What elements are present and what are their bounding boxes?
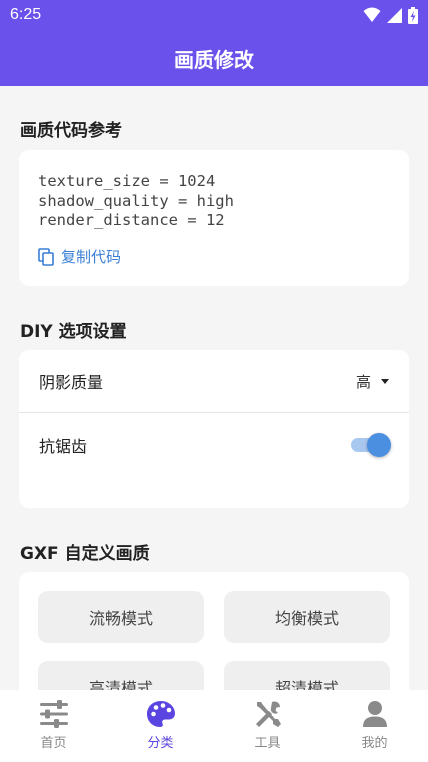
- shadow-quality-dropdown[interactable]: 高: [356, 371, 389, 392]
- shadow-quality-row: 阴影质量 高: [19, 350, 409, 412]
- status-bar: 6:25: [0, 0, 428, 30]
- nav-item-category[interactable]: 分类: [107, 690, 214, 762]
- nav-label: 分类: [147, 736, 174, 751]
- content-area[interactable]: 画质代码参考 texture_size = 1024 shadow_quality…: [0, 86, 428, 690]
- mode-balanced-button[interactable]: 均衡模式: [224, 591, 390, 643]
- shadow-quality-value: 高: [355, 372, 371, 391]
- nav-item-tools[interactable]: 工具: [214, 690, 321, 762]
- status-time: 6:25: [10, 6, 42, 23]
- diy-section-title: DIY 选项设置: [20, 322, 127, 342]
- code-block: texture_size = 1024 shadow_quality = high…: [38, 172, 234, 231]
- code-line: render_distance = 12: [38, 211, 225, 229]
- status-icons: [363, 6, 418, 24]
- bottom-nav: 首页 分类 工具 我的: [0, 690, 428, 762]
- copy-code-label: 复制代码: [61, 248, 122, 266]
- antialias-toggle[interactable]: [349, 433, 391, 457]
- tools-icon: [255, 701, 281, 727]
- toggle-thumb: [367, 433, 391, 457]
- mode-uhd-button[interactable]: 超清模式: [224, 661, 390, 690]
- nav-item-home[interactable]: 首页: [0, 690, 107, 762]
- nav-label: 首页: [40, 736, 67, 751]
- nav-item-mine[interactable]: 我的: [321, 690, 428, 762]
- code-section-title: 画质代码参考: [20, 121, 122, 141]
- code-line: texture_size = 1024: [38, 172, 216, 190]
- app-bar: 画质修改: [0, 30, 428, 86]
- nav-label: 工具: [254, 736, 281, 751]
- gxf-card: 流畅模式 均衡模式 高清模式 超清模式: [19, 572, 409, 690]
- code-card: texture_size = 1024 shadow_quality = high…: [19, 150, 409, 286]
- diy-card: 阴影质量 高 抗锯齿: [19, 350, 409, 508]
- wifi-icon: [363, 7, 381, 22]
- antialias-label: 抗锯齿: [39, 437, 88, 456]
- shadow-quality-label: 阴影质量: [39, 373, 104, 392]
- antialias-row: 抗锯齿: [19, 413, 409, 477]
- nav-label: 我的: [361, 736, 388, 751]
- mode-smooth-button[interactable]: 流畅模式: [38, 591, 204, 643]
- signal-icon: [387, 7, 402, 23]
- copy-code-button[interactable]: 复制代码: [38, 246, 121, 267]
- code-line: shadow_quality = high: [38, 191, 234, 210]
- gxf-section-title: GXF 自定义画质: [20, 544, 150, 564]
- mode-hd-button[interactable]: 高清模式: [38, 661, 204, 690]
- page-title: 画质修改: [174, 47, 254, 72]
- battery-icon: [408, 6, 418, 24]
- sliders-icon: [39, 700, 68, 728]
- palette-icon: [146, 701, 175, 727]
- caret-down-icon: [381, 378, 389, 384]
- copy-icon: [38, 247, 54, 266]
- person-icon: [362, 701, 387, 727]
